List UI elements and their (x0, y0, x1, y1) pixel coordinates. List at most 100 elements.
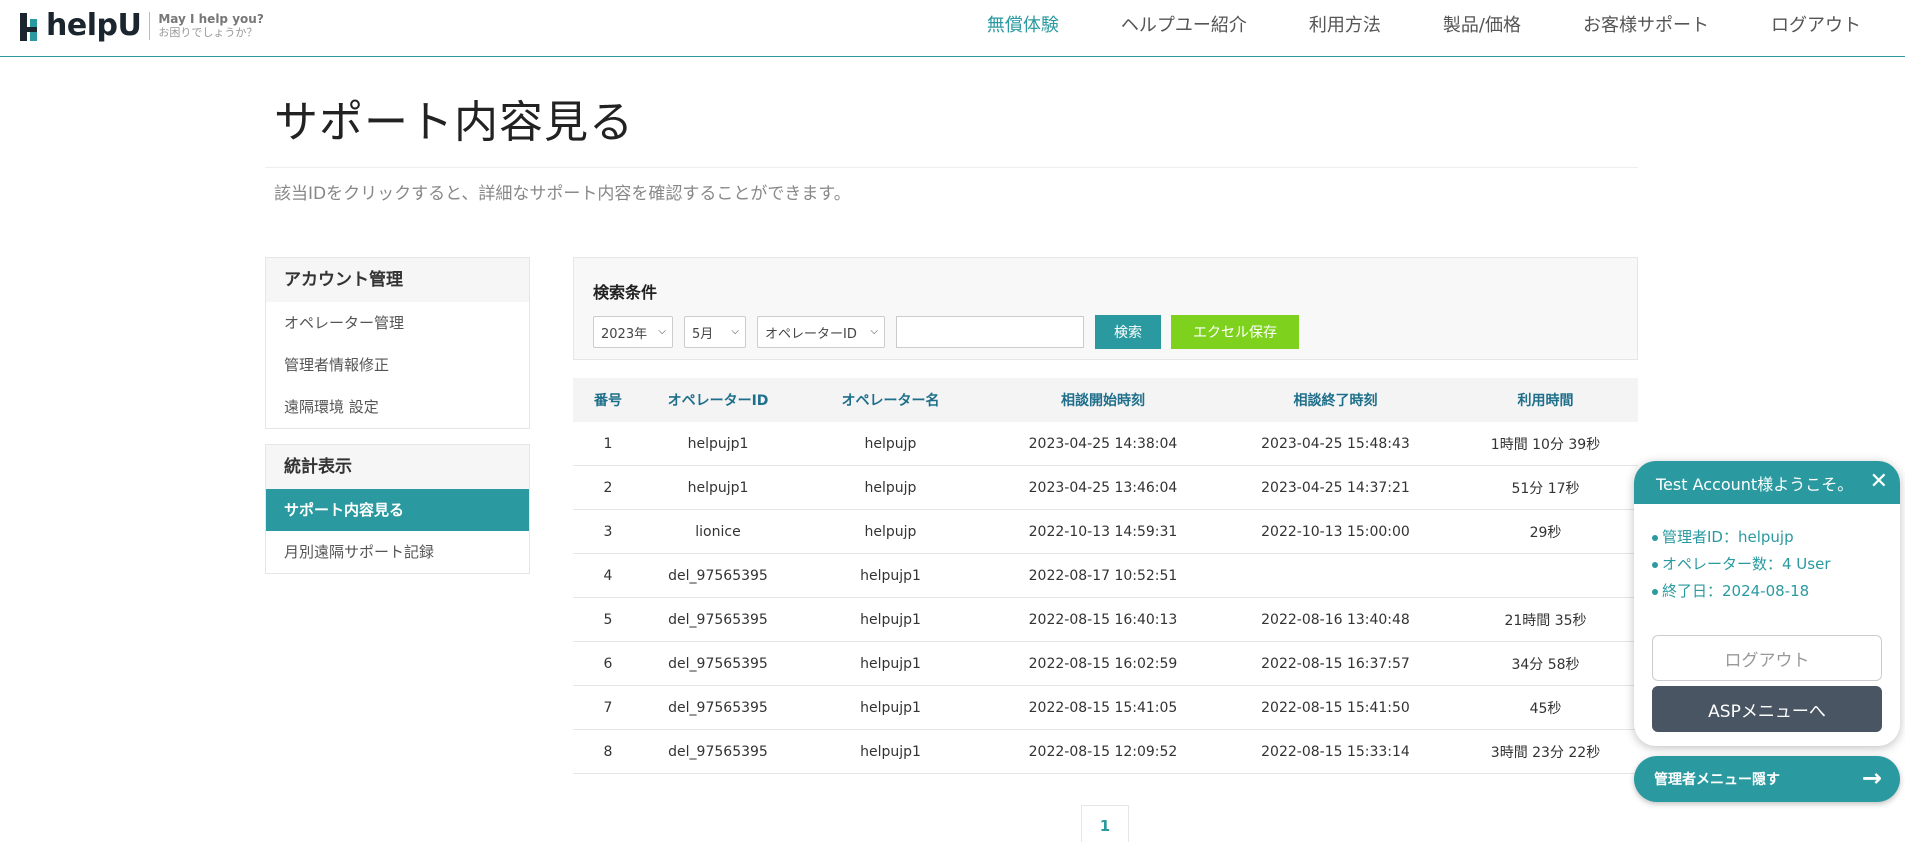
table-row[interactable]: 6 del_97565395 helpujp1 2022-08-15 16:02:59… (573, 642, 1638, 686)
year-select[interactable]: 2023年 ⌵ (593, 316, 673, 348)
col-header-operator-id: オペレーターID (667, 393, 769, 409)
cell-operator-id: lionice (695, 523, 741, 540)
cell-start-time: 2022-08-15 12:09:52 (1028, 743, 1178, 760)
cell-end-time: 2023-04-25 14:37:21 (1261, 479, 1410, 496)
arrow-right-icon: → (1861, 764, 1882, 792)
widget-admin-id: 管理者ID：helpujp (1652, 524, 1900, 551)
widget-end-date: 終了日：2024-08-18 (1652, 578, 1900, 605)
cell-operator-id: del_97565395 (668, 567, 768, 584)
widget-logout-button[interactable]: ログアウト (1652, 635, 1882, 681)
cell-usage-time: 29秒 (1529, 524, 1562, 541)
cell-number[interactable]: 1 (573, 436, 643, 452)
search-title: 検索条件 (593, 283, 658, 302)
hide-admin-menu-button[interactable]: 管理者メニュー隠す → (1634, 756, 1900, 802)
widget-admin-id-text: 管理者ID：helpujp (1662, 528, 1794, 546)
sidebar-group-stats: 統計表示 サポート内容見る 月別遠隔サポート記録 (265, 444, 530, 574)
cell-start-time: 2022-08-15 16:02:59 (1028, 655, 1178, 672)
col-header-number: 番号 (594, 393, 622, 409)
main-nav: 無償体験 ヘルプユー紹介 利用方法 製品/価格 お客様サポート ログアウト (925, 14, 1861, 38)
sidebar-item-support-view[interactable]: サポート内容見る (266, 489, 529, 531)
cell-usage-time: 21時間 35秒 (1504, 612, 1587, 629)
nav-about[interactable]: ヘルプユー紹介 (1121, 14, 1247, 38)
field-select[interactable]: オペレーターID ⌵ (757, 316, 885, 348)
close-icon[interactable]: ✕ (1870, 470, 1888, 494)
nav-products-pricing[interactable]: 製品/価格 (1443, 14, 1521, 38)
search-input[interactable] (896, 316, 1084, 348)
table-row[interactable]: 5 del_97565395 helpujp1 2022-08-15 16:40:13… (573, 598, 1638, 642)
cell-end-time: 2022-10-13 15:00:00 (1261, 523, 1410, 540)
cell-start-time: 2022-08-15 16:40:13 (1028, 611, 1178, 628)
chevron-down-icon: ⌵ (870, 326, 878, 337)
chevron-down-icon: ⌵ (731, 326, 739, 337)
cell-usage-time: 1時間 10分 39秒 (1490, 436, 1601, 453)
col-header-usage-time: 利用時間 (1517, 393, 1574, 409)
sidebar-item-admin-edit[interactable]: 管理者情報修正 (266, 344, 529, 386)
nav-logout[interactable]: ログアウト (1771, 14, 1861, 38)
cell-start-time: 2023-04-25 14:38:04 (1028, 435, 1178, 452)
search-button[interactable]: 検索 (1095, 315, 1161, 349)
chevron-down-icon: ⌵ (658, 326, 666, 337)
nav-free-trial[interactable]: 無償体験 (987, 14, 1059, 38)
cell-end-time: 2022-08-15 15:33:14 (1261, 743, 1410, 760)
col-header-end-time: 相談終了時刻 (1293, 393, 1378, 409)
cell-operator-id: del_97565395 (668, 611, 768, 628)
sidebar-head-stats: 統計表示 (266, 445, 529, 489)
logo-text: helpU (46, 8, 142, 43)
widget-operator-count-text: オペレーター数：4 User (1662, 555, 1831, 573)
table-row[interactable]: 8 del_97565395 helpujp1 2022-08-15 12:09:52… (573, 730, 1638, 774)
hide-admin-menu-label: 管理者メニュー隠す (1654, 772, 1780, 788)
cell-usage-time: 51分 17秒 (1511, 480, 1580, 497)
account-widget: Test Account様ようこそ。 ✕ 管理者ID：helpujp オペレータ… (1634, 461, 1900, 746)
widget-info-list: 管理者ID：helpujp オペレーター数：4 User 終了日：2024-08… (1634, 504, 1900, 605)
sidebar-group-account: アカウント管理 オペレーター管理 管理者情報修正 遠隔環境 設定 (265, 257, 530, 429)
table-body: 1 helpujp1 helpujp 2023-04-25 14:38:04 2023-… (573, 422, 1638, 774)
cell-number[interactable]: 2 (573, 480, 643, 496)
table-row[interactable]: 7 del_97565395 helpujp1 2022-08-15 15:41:05… (573, 686, 1638, 730)
cell-start-time: 2023-04-25 13:46:04 (1028, 479, 1178, 496)
cell-operator-name: helpujp1 (860, 743, 921, 760)
pagination-page-1[interactable]: 1 (1081, 805, 1129, 842)
tagline-ja: お困りでしょうか？ (158, 25, 258, 39)
page-title: サポート内容見る (274, 97, 634, 148)
cell-operator-name: helpujp1 (860, 567, 921, 584)
sidebar-item-monthly-record[interactable]: 月別遠隔サポート記録 (266, 531, 529, 573)
bullet-icon (1652, 534, 1658, 541)
cell-start-time: 2022-08-17 10:52:51 (1028, 567, 1178, 584)
year-select-value: 2023年 (601, 326, 648, 342)
widget-end-date-text: 終了日：2024-08-18 (1662, 582, 1810, 600)
month-select-value: 5月 (692, 326, 714, 342)
logo[interactable]: helpU May I help you? お困りでしょうか？ (18, 8, 264, 43)
table-header: 番号 オペレーターID オペレーター名 相談開始時刻 相談終了時刻 利用時間 (573, 378, 1638, 422)
cell-number[interactable]: 4 (573, 568, 643, 584)
cell-operator-name: helpujp1 (860, 655, 921, 672)
logo-divider (149, 11, 151, 40)
cell-number[interactable]: 3 (573, 524, 643, 540)
excel-save-button[interactable]: エクセル保存 (1171, 315, 1299, 349)
cell-number[interactable]: 7 (573, 700, 643, 716)
table-row[interactable]: 1 helpujp1 helpujp 2023-04-25 14:38:04 2023-… (573, 422, 1638, 466)
page-description: 該当IDをクリックすると、詳細なサポート内容を確認することができます。 (274, 184, 851, 204)
search-panel: 検索条件 2023年 ⌵ 5月 ⌵ オペレーターID ⌵ 検索 エクセル保存 (573, 257, 1638, 360)
cell-number[interactable]: 6 (573, 656, 643, 672)
site-header: helpU May I help you? お困りでしょうか？ 無償体験 ヘルプ… (0, 0, 1905, 57)
table-row[interactable]: 3 lionice helpujp 2022-10-13 14:59:31 2022-1… (573, 510, 1638, 554)
table-row[interactable]: 4 del_97565395 helpujp1 2022-08-17 10:52:51 (573, 554, 1638, 598)
nav-customer-support[interactable]: お客様サポート (1583, 14, 1709, 38)
cell-number[interactable]: 5 (573, 612, 643, 628)
sidebar-item-remote-settings[interactable]: 遠隔環境 設定 (266, 386, 529, 428)
bullet-icon (1652, 588, 1658, 595)
title-divider (265, 167, 1638, 168)
cell-operator-name: helpujp1 (860, 699, 921, 716)
month-select[interactable]: 5月 ⌵ (684, 316, 746, 348)
sidebar-item-operator-manage[interactable]: オペレーター管理 (266, 302, 529, 344)
nav-how-to-use[interactable]: 利用方法 (1309, 14, 1381, 38)
col-header-start-time: 相談開始時刻 (1061, 393, 1145, 409)
cell-number[interactable]: 8 (573, 744, 643, 760)
cell-operator-id: del_97565395 (668, 743, 768, 760)
asp-menu-button[interactable]: ASPメニューへ (1652, 686, 1882, 732)
widget-header: Test Account様ようこそ。 ✕ (1634, 461, 1900, 504)
sidebar-head-account: アカウント管理 (266, 258, 529, 302)
widget-operator-count: オペレーター数：4 User (1652, 551, 1900, 578)
table-row[interactable]: 2 helpujp1 helpujp 2023-04-25 13:46:04 2023-… (573, 466, 1638, 510)
widget-greeting: Test Account様ようこそ。 (1656, 474, 1854, 494)
